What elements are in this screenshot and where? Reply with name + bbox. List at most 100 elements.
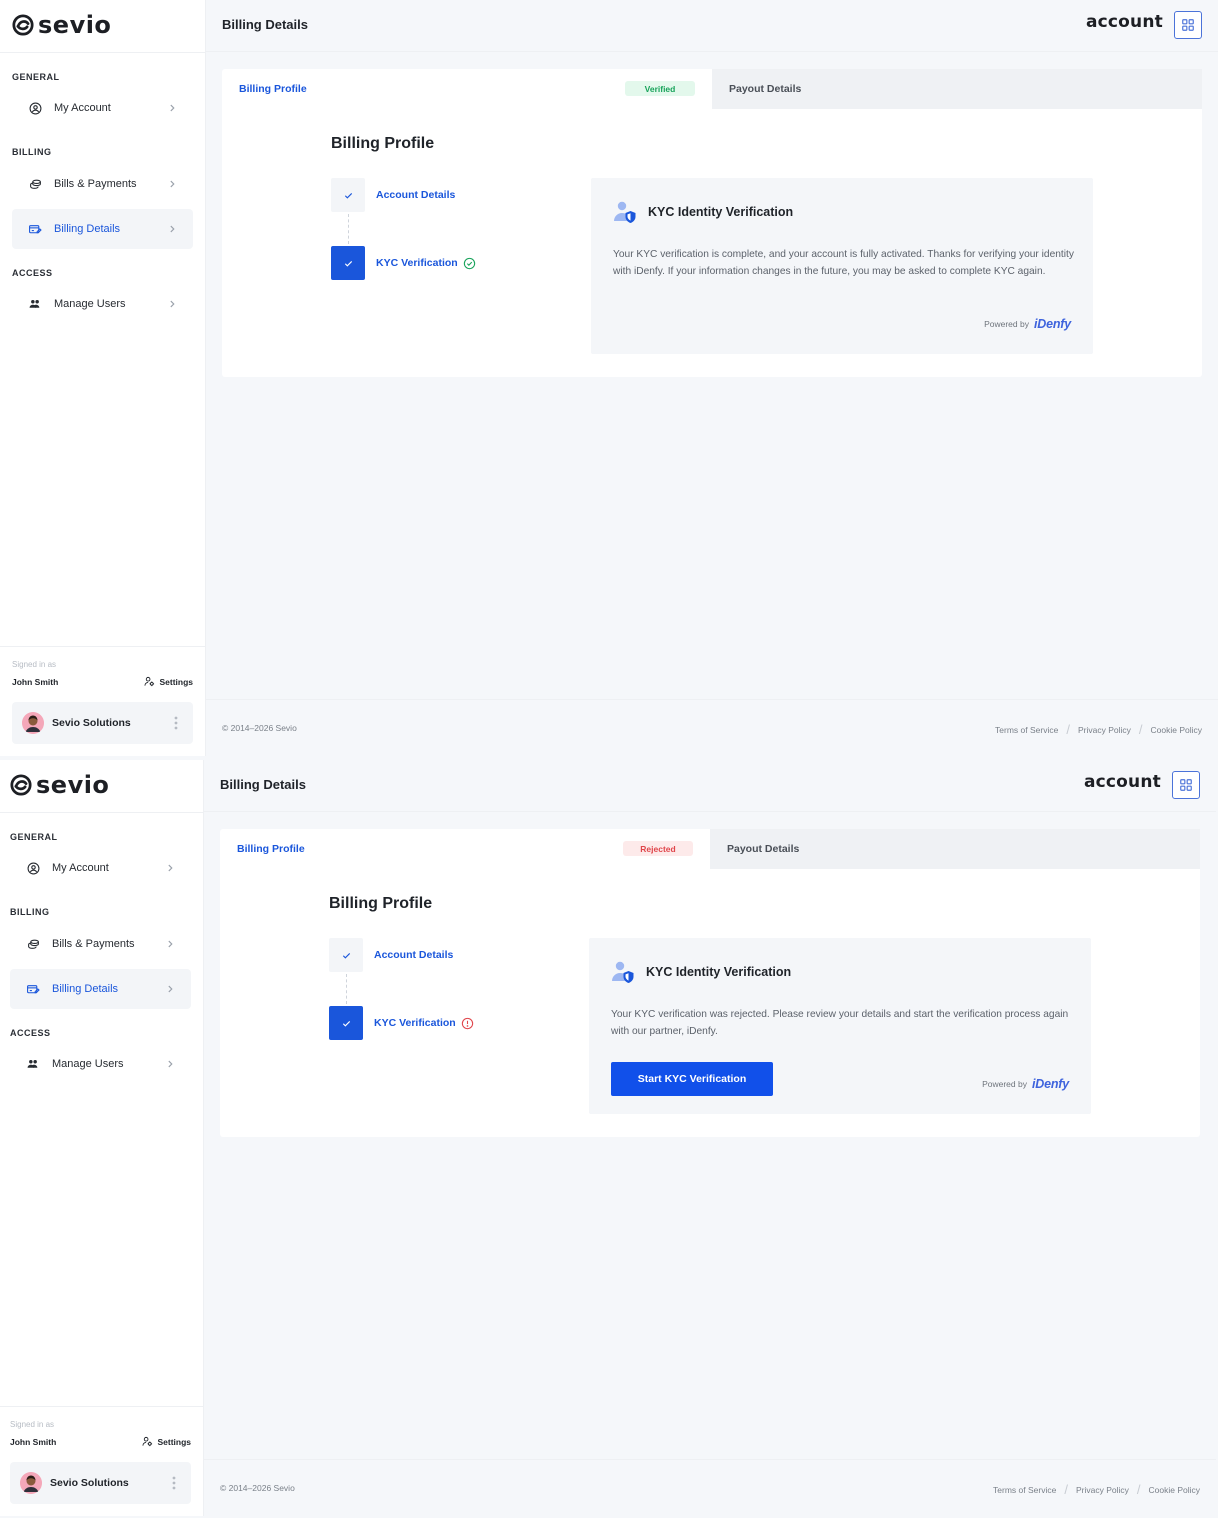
logo-text: sevio [38, 11, 112, 39]
step-label: Account Details [374, 949, 454, 961]
top-header: Billing Details account [206, 0, 1218, 52]
tab-payout-details[interactable]: Payout Details [712, 69, 1202, 109]
chevron-right-icon [168, 985, 173, 993]
terms-link[interactable]: Terms of Service [993, 1485, 1056, 1495]
sidebar-item-manage-users[interactable]: Manage Users [10, 1044, 191, 1084]
check-icon [344, 260, 352, 267]
idenfy-logo: iDenfy [1031, 1077, 1069, 1091]
grid-icon [1182, 19, 1194, 31]
user-cog-icon [142, 1436, 153, 1447]
step-account-details[interactable]: Account Details [329, 938, 549, 972]
organization-switcher[interactable]: Sevio Solutions [12, 702, 193, 744]
kyc-title: KYC Identity Verification [646, 965, 792, 979]
top-header: Billing Details account [204, 760, 1216, 812]
user-shield-icon [614, 201, 636, 223]
sidebar-item-manage-users[interactable]: Manage Users [12, 284, 193, 324]
step-connector [346, 974, 347, 1004]
tab-billing-profile[interactable]: Billing Profile Verified [222, 69, 712, 109]
organization-switcher[interactable]: Sevio Solutions [10, 1462, 191, 1504]
sidebar-item-label: Bills & Payments [54, 178, 137, 190]
status-badge: Rejected [623, 841, 693, 856]
privacy-link[interactable]: Privacy Policy [1078, 725, 1131, 735]
step-kyc-verification[interactable]: KYC Verification [329, 1006, 549, 1040]
organization-name: Sevio Solutions [52, 717, 131, 729]
header-brand: account [1083, 772, 1161, 792]
sidebar-item-label: Billing Details [54, 223, 121, 235]
step-indicator [329, 1006, 363, 1040]
settings-link[interactable]: Settings [144, 676, 193, 687]
header-brand: account [1085, 12, 1163, 32]
organization-name: Sevio Solutions [50, 1477, 129, 1489]
step-kyc-verification[interactable]: KYC Verification [331, 246, 551, 280]
cookie-link[interactable]: Cookie Policy [1149, 1485, 1201, 1495]
grid-icon [1180, 779, 1192, 791]
sidebar-item-bills-payments[interactable]: Bills & Payments [12, 164, 193, 204]
idenfy-logo: iDenfy [1033, 317, 1071, 331]
privacy-link[interactable]: Privacy Policy [1076, 1485, 1129, 1495]
start-kyc-button[interactable]: Start KYC Verification [611, 1062, 773, 1096]
chevron-right-icon [170, 300, 175, 308]
chevron-right-icon [170, 104, 175, 112]
user-shield-icon [612, 961, 634, 983]
divider [0, 812, 204, 813]
user-circle-icon [28, 101, 42, 115]
avatar [20, 1472, 42, 1494]
check-icon [342, 1020, 350, 1027]
step-account-details[interactable]: Account Details [331, 178, 551, 212]
user-cog-icon [144, 676, 155, 687]
cookie-link[interactable]: Cookie Policy [1151, 725, 1203, 735]
check-icon [344, 192, 352, 199]
sidebar-footer: Signed in as John Smith Settings Sevio S… [0, 1406, 204, 1516]
settings-label: Settings [157, 1436, 191, 1447]
status-badge: Verified [625, 81, 695, 96]
users-icon [28, 297, 42, 311]
kyc-description: Your KYC verification is complete, and y… [613, 249, 1074, 277]
settings-link[interactable]: Settings [142, 1436, 191, 1447]
terms-link[interactable]: Terms of Service [995, 725, 1058, 735]
chevron-right-icon [170, 225, 175, 233]
section-label-access: ACCESS [10, 1028, 51, 1038]
signed-in-label: Signed in as [10, 1420, 55, 1429]
sidebar-item-billing-details[interactable]: Billing Details [12, 209, 193, 249]
sidebar: sevio GENERAL My Account BILLING Bills &… [0, 760, 204, 1516]
coins-icon [28, 177, 42, 191]
sidebar-footer: Signed in as John Smith Settings Sevio S… [0, 646, 206, 756]
logo[interactable]: sevio [12, 10, 111, 40]
dots-vertical-icon[interactable] [173, 716, 179, 730]
sidebar: sevio GENERAL My Account BILLING Bills &… [0, 0, 206, 756]
avatar [22, 712, 44, 734]
sidebar-item-bills-payments[interactable]: Bills & Payments [10, 924, 191, 964]
sidebar-item-my-account[interactable]: My Account [12, 88, 193, 128]
signed-in-label: Signed in as [12, 660, 57, 669]
chevron-right-icon [168, 1060, 173, 1068]
footer-links: Terms of Service / Privacy Policy / Cook… [993, 1482, 1200, 1497]
powered-by-label: Powered by [982, 1079, 1027, 1089]
apps-button[interactable] [1174, 11, 1202, 39]
section-label-billing: BILLING [10, 907, 50, 917]
card-edit-icon [28, 222, 42, 236]
apps-button[interactable] [1172, 771, 1200, 799]
step-connector [348, 214, 349, 244]
step-label: KYC Verification [376, 257, 458, 269]
logo-text: sevio [36, 771, 110, 799]
screen-rejected: sevio GENERAL My Account BILLING Bills &… [0, 760, 1216, 1516]
step-label: Account Details [376, 189, 456, 201]
tab-label: Billing Profile [237, 843, 305, 855]
page-title: Billing Details [222, 17, 308, 32]
logo[interactable]: sevio [10, 770, 109, 800]
powered-by-label: Powered by [984, 319, 1029, 329]
dots-vertical-icon[interactable] [171, 1476, 177, 1490]
user-circle-icon [26, 861, 40, 875]
coins-icon [26, 937, 40, 951]
step-indicator [331, 178, 365, 212]
chevron-right-icon [170, 180, 175, 188]
sidebar-item-my-account[interactable]: My Account [10, 848, 191, 888]
section-title: Billing Profile [329, 895, 433, 912]
sidebar-item-billing-details[interactable]: Billing Details [10, 969, 191, 1009]
section-label-general: GENERAL [10, 832, 58, 842]
footer-links: Terms of Service / Privacy Policy / Cook… [995, 722, 1202, 737]
tab-payout-details[interactable]: Payout Details [710, 829, 1200, 869]
tab-billing-profile[interactable]: Billing Profile Rejected [220, 829, 710, 869]
page-footer: © 2014–2026 Sevio Terms of Service / Pri… [206, 699, 1218, 756]
sidebar-item-label: Manage Users [54, 298, 126, 310]
